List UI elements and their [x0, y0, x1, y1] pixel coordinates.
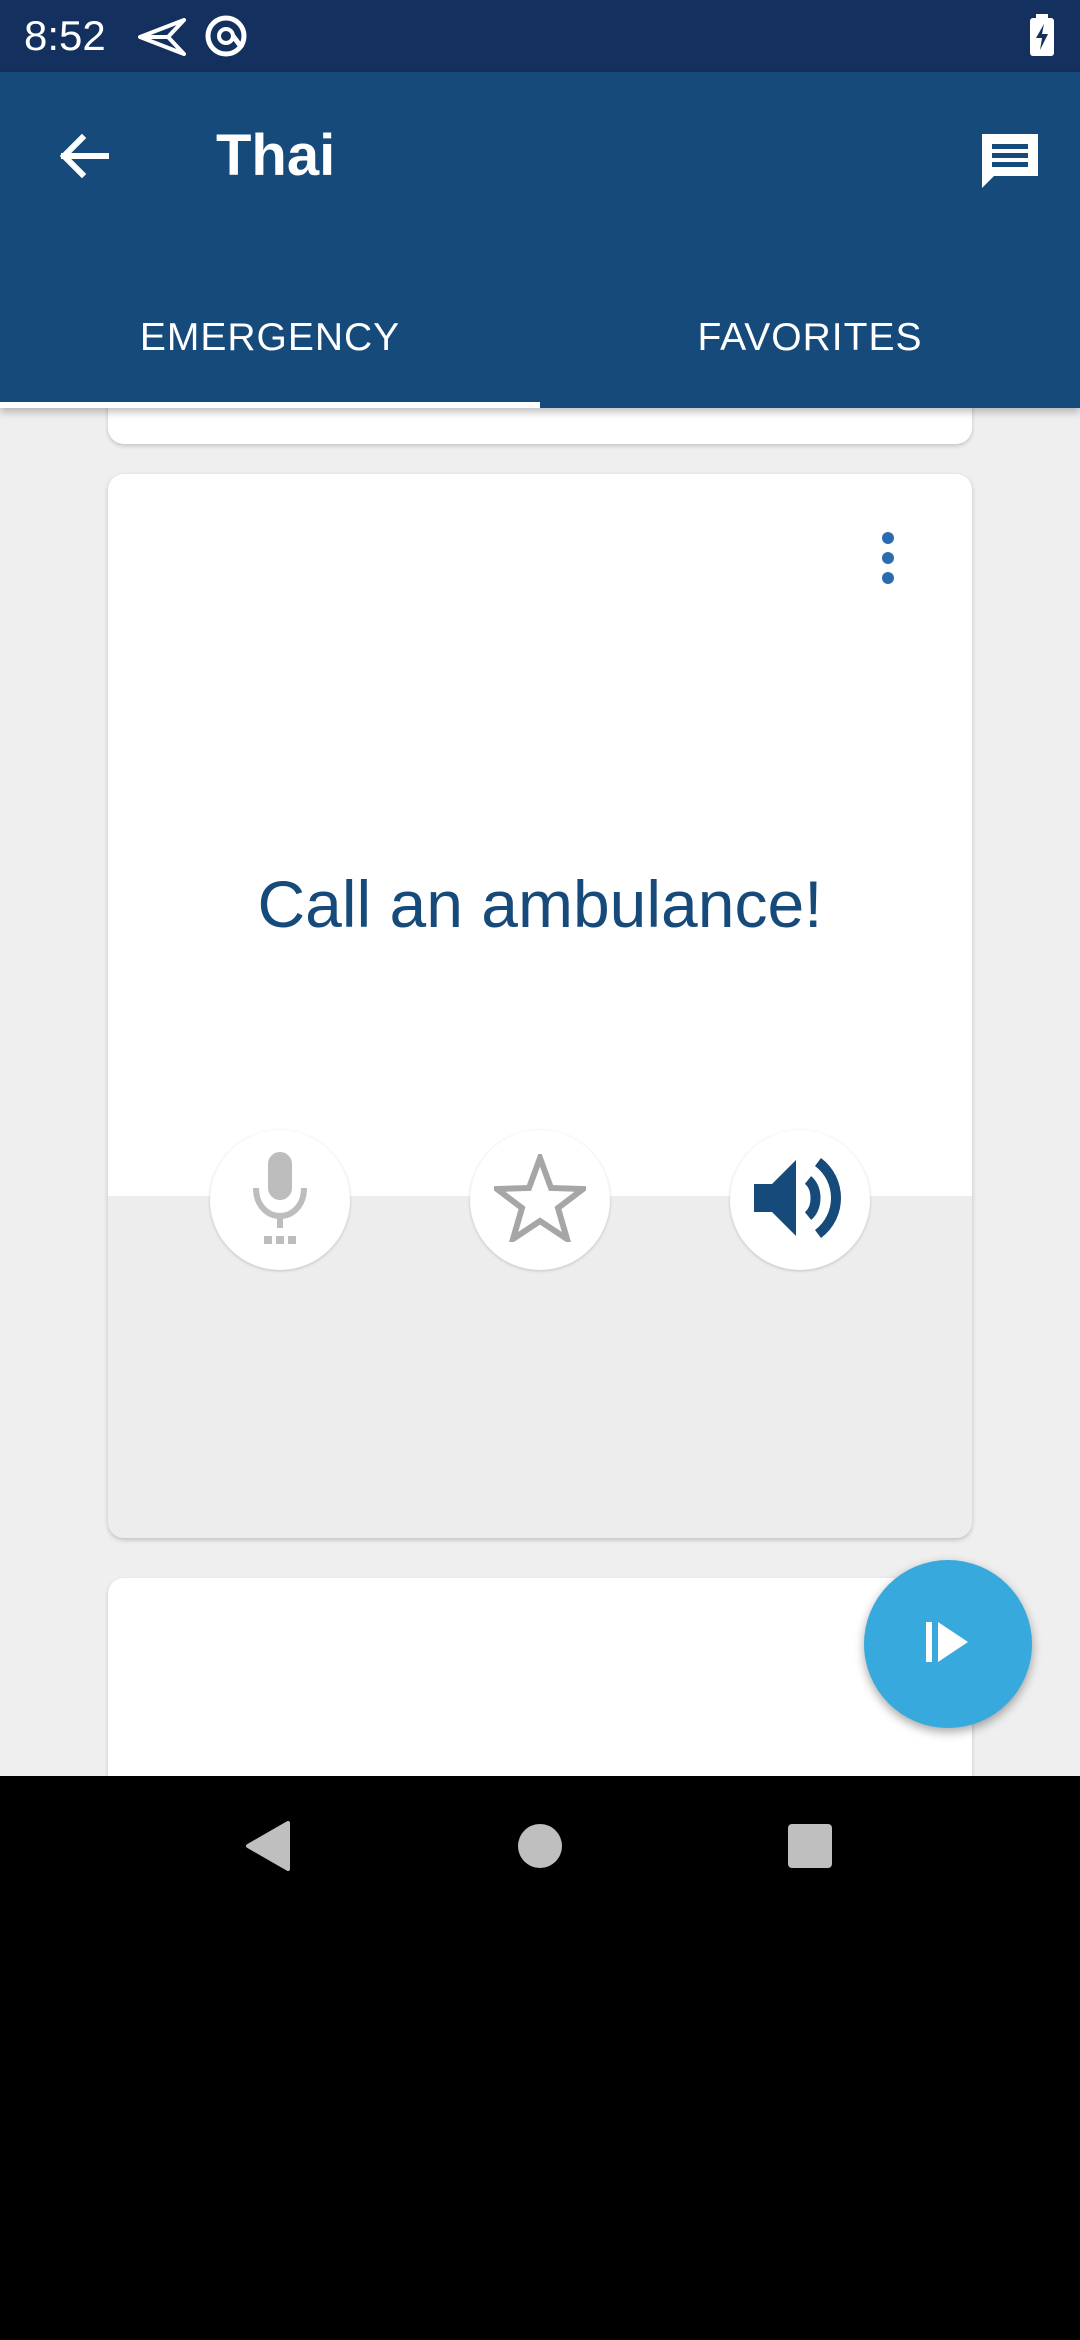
page-title: Thai: [216, 123, 336, 188]
chat-icon: [978, 130, 1042, 199]
more-vert-icon: [878, 530, 898, 591]
nav-recents-button[interactable]: [762, 1800, 858, 1896]
nav-recents-icon: [787, 1823, 833, 1874]
volume-up-icon: [752, 1156, 848, 1245]
at-sign-icon: [204, 14, 248, 63]
nav-home-button[interactable]: [492, 1800, 588, 1896]
tab-bar: EMERGENCY FAVORITES: [0, 268, 1080, 408]
tab-emergency[interactable]: EMERGENCY: [0, 268, 540, 408]
tab-favorites[interactable]: FAVORITES: [540, 268, 1080, 408]
microphone-icon: [248, 1150, 312, 1251]
system-nav-bar: [0, 1776, 1080, 1920]
nav-back-button[interactable]: [220, 1800, 316, 1896]
record-button[interactable]: [210, 1130, 350, 1270]
play-icon: [922, 1616, 974, 1673]
app-bar: Thai EMERGENCY FAVORITES: [0, 72, 1080, 408]
next-phrase-card[interactable]: [108, 1578, 972, 1776]
play-all-fab[interactable]: [864, 1560, 1032, 1728]
arrow-left-icon: [56, 128, 112, 189]
phrase-card[interactable]: Call an ambulance!: [108, 474, 972, 1538]
tab-emergency-label: EMERGENCY: [139, 316, 401, 359]
tab-favorites-label: FAVORITES: [697, 316, 923, 359]
nav-back-icon: [244, 1819, 292, 1878]
screen: 8:52 Thai EMERGENCY FAVORITES Call an am…: [0, 0, 1080, 2340]
send-icon: [138, 18, 186, 61]
chat-button[interactable]: [960, 114, 1060, 214]
tab-indicator: [0, 402, 540, 408]
back-button[interactable]: [40, 114, 128, 202]
favorite-button[interactable]: [470, 1130, 610, 1270]
battery-charging-icon: [1030, 14, 1054, 61]
nav-home-icon: [517, 1823, 563, 1874]
status-bar: 8:52: [0, 0, 1080, 72]
star-outline-icon: [488, 1148, 592, 1247]
play-audio-button[interactable]: [730, 1130, 870, 1270]
previous-phrase-card[interactable]: [108, 408, 972, 444]
status-time: 8:52: [24, 12, 106, 59]
phrase-text: Call an ambulance!: [257, 867, 823, 941]
more-options-button[interactable]: [852, 524, 924, 596]
